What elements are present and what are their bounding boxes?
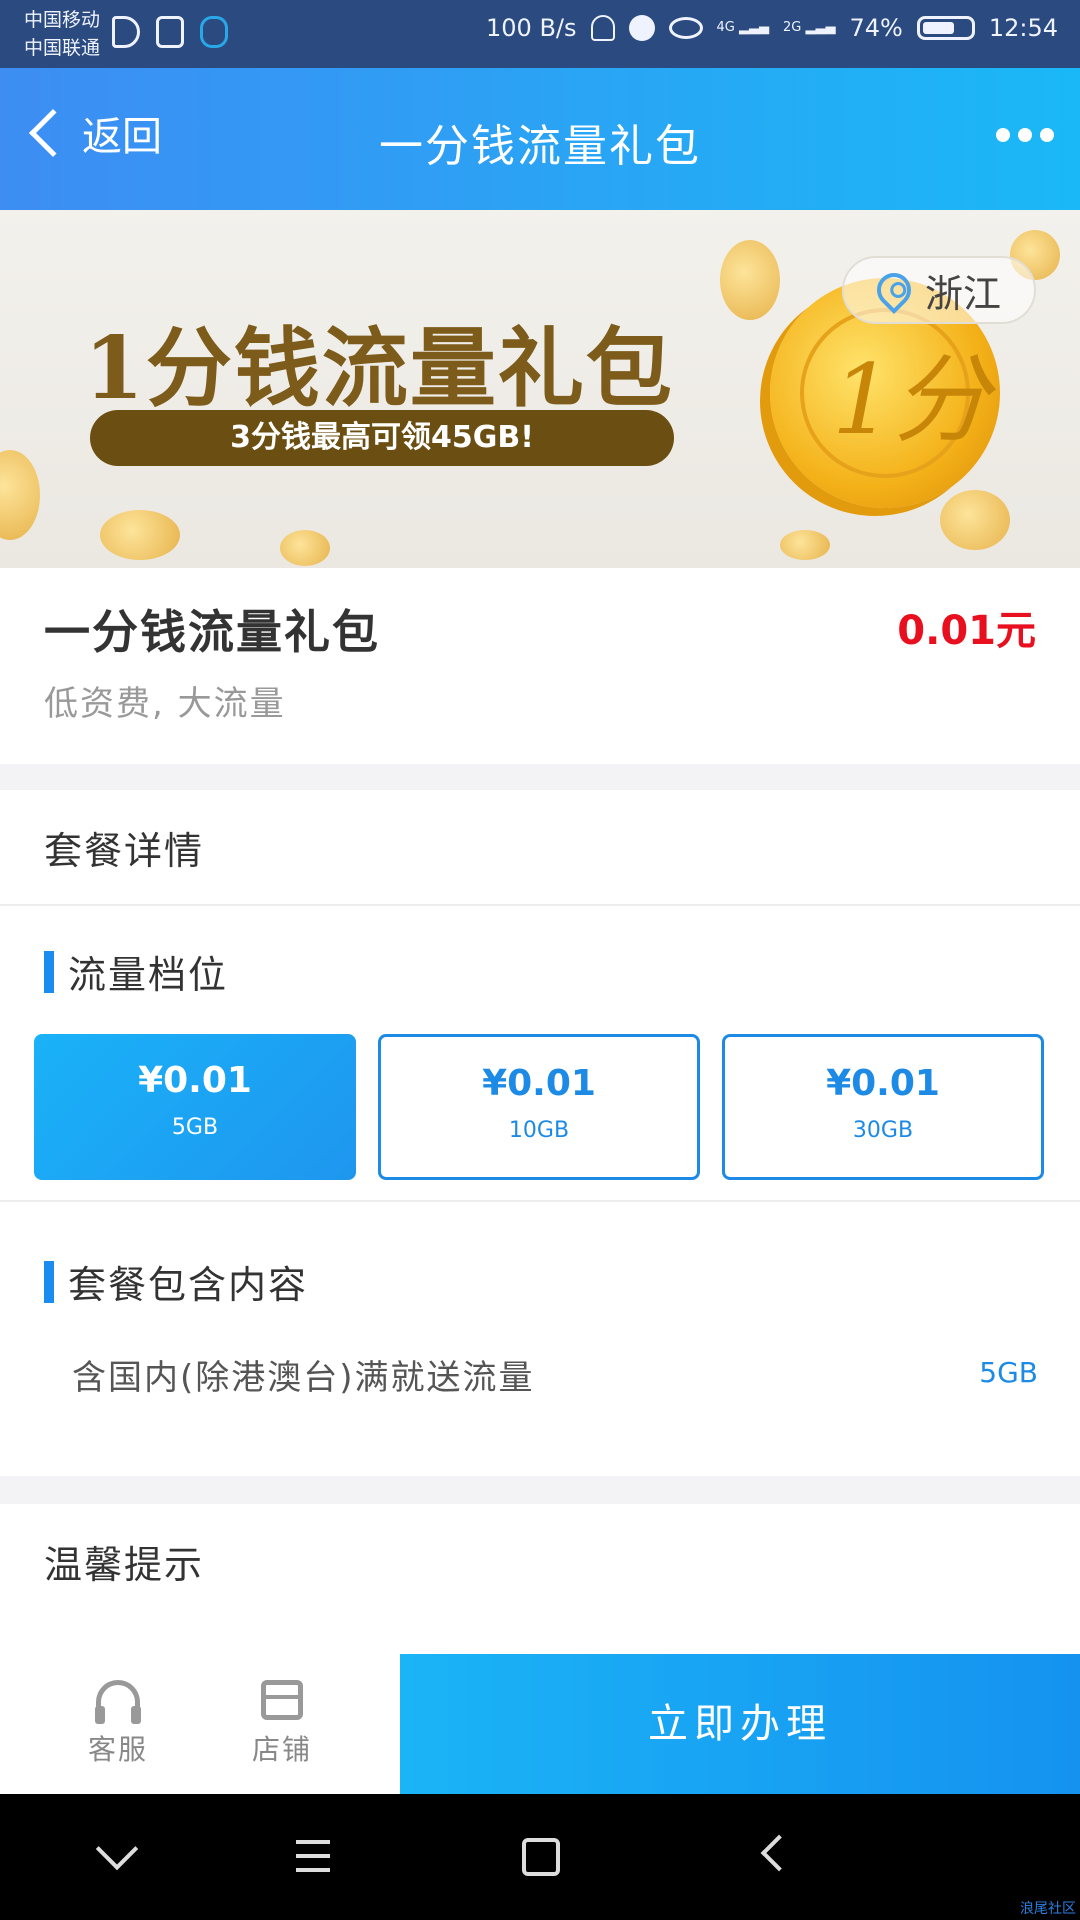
tier-option-10gb[interactable]: ¥0.01 10GB: [378, 1034, 700, 1180]
watermark: 浪尾社区: [1020, 1901, 1076, 1917]
package-details: 套餐详情 流量档位 ¥0.01 5GB ¥0.01 10GB ¥0.01 30G…: [0, 790, 1080, 1476]
decor-coin-icon: [100, 510, 180, 560]
more-button[interactable]: [996, 128, 1054, 142]
product-price: 0.01元: [897, 608, 1036, 654]
system-nav-bar: 浪尾社区: [0, 1794, 1080, 1920]
battery-fill: [922, 22, 955, 34]
chat-icon: [200, 16, 228, 48]
signal-2g-icon: 2G ▂▃▄: [783, 20, 836, 35]
details-heading: 套餐详情: [44, 829, 205, 873]
more-dots-icon: [1018, 128, 1032, 142]
apply-now-button[interactable]: 立即办理: [400, 1654, 1080, 1794]
heading-accent-bar: [44, 950, 54, 993]
region-selector[interactable]: 浙江: [842, 256, 1036, 324]
clock: 12:54: [988, 14, 1058, 42]
divider: [0, 1200, 1080, 1202]
battery-percent: 74%: [849, 14, 903, 42]
status-right: 100 B/s 4G ▂▃▄ 2G ▂▃▄ 74% 12:54: [486, 14, 1058, 42]
location-pin-icon: [869, 265, 919, 315]
back-triangle-icon[interactable]: [748, 1830, 800, 1882]
tier-price: ¥0.01: [482, 1063, 596, 1104]
notification-icons: [112, 16, 228, 48]
promo-banner: 1分钱流量礼包 3分钱最高可领45GB! 1分 浙江: [0, 210, 1080, 568]
alarm-icon: [628, 15, 655, 41]
eye-icon: [668, 17, 703, 39]
decor-coin-icon: [780, 530, 830, 560]
store-icon: [261, 1680, 303, 1720]
contents-heading: 套餐包含内容: [44, 1254, 308, 1309]
product-subtitle: 低资费, 大流量: [44, 684, 286, 724]
carrier-1: 中国移动: [24, 9, 101, 31]
page-title: 一分钱流量礼包: [379, 121, 701, 172]
more-dots-icon: [996, 128, 1010, 142]
decor-coin-icon: [280, 530, 330, 566]
tier-option-30gb[interactable]: ¥0.01 30GB: [722, 1034, 1044, 1180]
content-label: 含国内(除港澳台)满就送流量: [72, 1358, 535, 1398]
tier-heading: 流量档位: [44, 944, 228, 999]
region-label: 浙江: [924, 271, 1001, 316]
tier-price: ¥0.01: [826, 1063, 940, 1104]
tier-option-5gb[interactable]: ¥0.01 5GB: [34, 1034, 356, 1180]
contents-heading-label: 套餐包含内容: [68, 1263, 309, 1307]
heading-accent-bar: [44, 1260, 54, 1303]
mute-bell-icon: [590, 15, 615, 41]
banner-headline: 1分钱流量礼包: [84, 318, 674, 419]
decor-coin-icon: [940, 490, 1010, 550]
tier-size: 30GB: [852, 1118, 914, 1143]
decor-coin-icon: [720, 240, 780, 320]
content-value: 5GB: [979, 1356, 1038, 1389]
app-d-icon: [112, 16, 140, 48]
store-label: 店铺: [251, 1733, 312, 1766]
decor-coin-icon: [0, 450, 40, 540]
tier-size: 10GB: [508, 1118, 570, 1143]
coin-mark: 1分: [832, 344, 990, 456]
product-info: 一分钱流量礼包 0.01元 低资费, 大流量: [0, 568, 1080, 764]
carrier-labels: 中国移动 中国联通: [24, 6, 100, 62]
more-dots-icon: [1040, 128, 1054, 142]
carrier-2: 中国联通: [24, 37, 101, 59]
tier-heading-label: 流量档位: [68, 953, 229, 997]
tips-section[interactable]: 温馨提示: [0, 1504, 1080, 1654]
status-bar: 中国移动 中国联通 100 B/s 4G ▂▃▄ 2G ▂▃▄ 74% 12:5…: [0, 0, 1080, 68]
customer-service-label: 客服: [87, 1733, 148, 1766]
tier-price: ¥0.01: [138, 1060, 252, 1101]
divider: [0, 904, 1080, 906]
customer-service-button[interactable]: 客服: [58, 1680, 178, 1768]
battery-icon: [916, 16, 975, 40]
signal-2g-label: 2G: [783, 20, 802, 35]
store-button[interactable]: 店铺: [222, 1680, 342, 1768]
chevron-down-icon[interactable]: [90, 1830, 142, 1882]
headset-icon: [95, 1680, 141, 1724]
signal-4g-icon: 4G ▂▃▄: [716, 20, 769, 35]
product-title: 一分钱流量礼包: [44, 605, 380, 659]
tier-size: 5GB: [171, 1115, 219, 1140]
signal-4g-label: 4G: [716, 20, 735, 35]
banner-subline: 3分钱最高可领45GB!: [90, 410, 674, 466]
nav-bar: 返回 一分钱流量礼包: [0, 68, 1080, 210]
action-bar: 客服 店铺 立即办理: [0, 1654, 1080, 1794]
home-square-icon[interactable]: [514, 1830, 566, 1882]
net-speed: 100 B/s: [486, 14, 577, 42]
document-icon: [156, 16, 184, 48]
tips-heading: 温馨提示: [44, 1543, 205, 1587]
menu-icon[interactable]: [288, 1830, 340, 1882]
